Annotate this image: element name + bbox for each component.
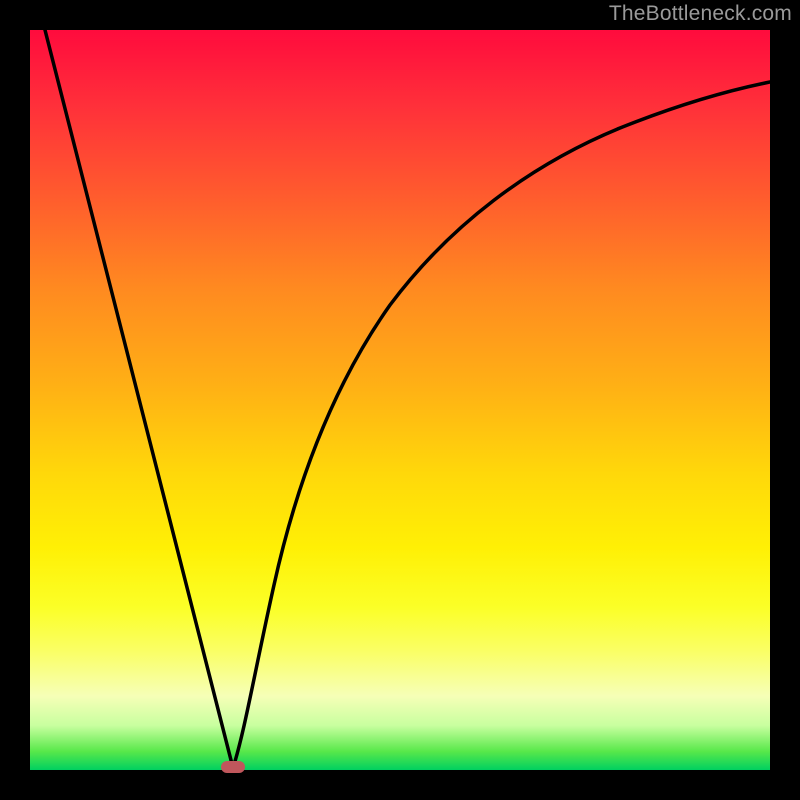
watermark-text: TheBottleneck.com — [609, 2, 792, 26]
optimal-marker — [221, 761, 245, 773]
curve-path — [45, 30, 770, 768]
chart-frame: TheBottleneck.com — [0, 0, 800, 800]
plot-area — [30, 30, 770, 770]
bottleneck-curve — [30, 30, 770, 770]
